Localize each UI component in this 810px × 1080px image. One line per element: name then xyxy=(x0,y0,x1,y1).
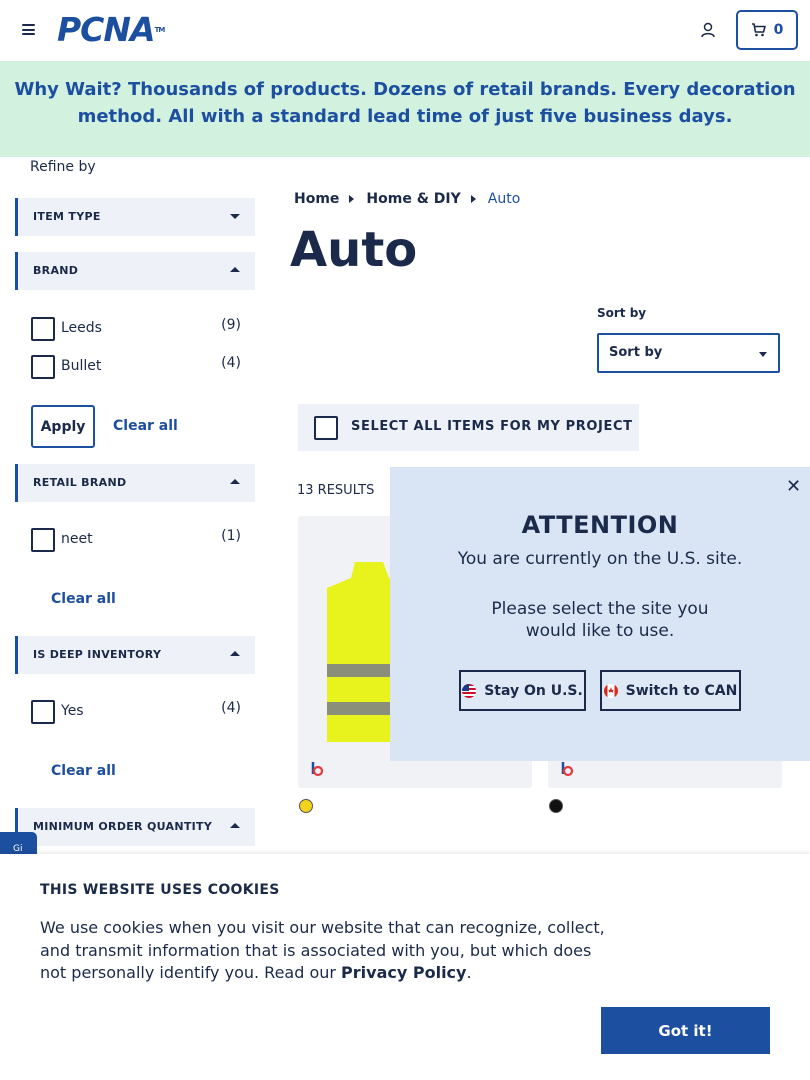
facet-label: RETAIL BRAND xyxy=(33,476,127,489)
option-label: Bullet xyxy=(61,358,102,374)
color-swatch-yellow[interactable] xyxy=(299,799,313,813)
brand-badge-icon xyxy=(561,762,574,777)
checkbox[interactable] xyxy=(31,700,55,724)
sort-value: Sort by xyxy=(609,345,663,360)
select-all-items-control[interactable]: SELECT ALL ITEMS FOR MY PROJECT xyxy=(298,404,639,451)
option-count: (4) xyxy=(221,355,241,371)
modal-title: ATTENTION xyxy=(521,511,679,539)
logo-text: PCNA xyxy=(57,10,156,49)
brand-option-bullet[interactable]: Bullet (4) xyxy=(31,355,245,381)
option-count: (4) xyxy=(221,700,241,716)
stay-on-us-button[interactable]: Stay On U.S. xyxy=(459,670,586,711)
brand-option-leeds[interactable]: Leeds (9) xyxy=(31,317,245,343)
chevron-up-icon xyxy=(230,267,240,272)
option-label: Leeds xyxy=(61,320,102,336)
chevron-right-icon xyxy=(470,195,476,203)
facet-label: ITEM TYPE xyxy=(33,210,101,223)
checkbox[interactable] xyxy=(31,355,55,379)
retail-brand-option-neet[interactable]: neet (1) xyxy=(31,528,245,554)
checkbox[interactable] xyxy=(31,528,55,552)
accept-cookies-button[interactable]: Got it! xyxy=(601,1007,770,1054)
facet-deep-inventory[interactable]: IS DEEP INVENTORY xyxy=(15,636,255,674)
cookie-period: . xyxy=(466,963,472,982)
modal-instruction-line1: Please select the site you xyxy=(491,599,709,619)
chevron-up-icon xyxy=(230,651,240,656)
page-title: Auto xyxy=(290,222,418,278)
banner-text: Thousands of products. Dozens of retail … xyxy=(77,79,796,127)
breadcrumb: Home Home & DIY Auto xyxy=(294,191,520,207)
cookie-body: We use cookies when you visit our websit… xyxy=(40,918,605,982)
brand-badge-icon xyxy=(311,762,324,777)
switch-label: Switch to CAN xyxy=(625,682,738,699)
facet-retail-brand[interactable]: RETAIL BRAND xyxy=(15,464,255,502)
close-icon[interactable]: ✕ xyxy=(786,476,801,497)
side-tab-label: Gi xyxy=(13,844,23,854)
site-header: PCNATM 0 xyxy=(0,0,810,60)
chevron-down-icon xyxy=(230,214,240,219)
menu-icon[interactable] xyxy=(22,24,35,35)
apply-button[interactable]: Apply xyxy=(31,405,95,448)
refine-heading: Refine by xyxy=(30,159,96,175)
breadcrumb-current: Auto xyxy=(487,191,521,207)
banner-lead: Why Wait? xyxy=(14,79,122,100)
option-count: (9) xyxy=(221,317,241,333)
cart-count: 0 xyxy=(773,22,784,38)
promo-banner: Why Wait? Thousands of products. Dozens … xyxy=(0,61,810,157)
cart-button[interactable]: 0 xyxy=(736,10,798,50)
option-count: (1) xyxy=(221,528,241,544)
breadcrumb-home[interactable]: Home xyxy=(294,191,339,207)
results-count: 13 RESULTS xyxy=(297,483,375,498)
facet-label: MINIMUM ORDER QUANTITY xyxy=(33,820,213,833)
facet-item-type[interactable]: ITEM TYPE xyxy=(15,198,255,236)
cookie-title: THIS WEBSITE USES COOKIES xyxy=(40,882,280,898)
switch-to-can-button[interactable]: Switch to CAN xyxy=(600,670,741,711)
account-icon[interactable] xyxy=(700,22,716,38)
chevron-up-icon xyxy=(230,479,240,484)
option-label: neet xyxy=(61,531,93,547)
facet-label: BRAND xyxy=(33,264,79,277)
us-flag-icon xyxy=(462,683,477,698)
stay-label: Stay On U.S. xyxy=(484,682,583,699)
deep-inventory-option-yes[interactable]: Yes (4) xyxy=(31,700,245,726)
modal-instruction-line2: would like to use. xyxy=(525,621,675,641)
privacy-policy-link[interactable]: Privacy Policy xyxy=(341,963,466,982)
sort-label: Sort by xyxy=(597,306,647,320)
cart-icon xyxy=(751,23,766,37)
canada-flag-icon xyxy=(603,683,618,698)
chevron-right-icon xyxy=(349,195,355,203)
select-all-label: SELECT ALL ITEMS FOR MY PROJECT xyxy=(351,419,633,434)
option-label: Yes xyxy=(61,703,84,719)
select-all-checkbox[interactable] xyxy=(314,416,338,440)
logo-trademark: TM xyxy=(154,26,166,34)
breadcrumb-home-diy[interactable]: Home & DIY xyxy=(366,191,460,207)
sort-select[interactable]: Sort by xyxy=(597,333,780,373)
facet-brand[interactable]: BRAND xyxy=(15,252,255,290)
checkbox[interactable] xyxy=(31,317,55,341)
facet-minimum-order[interactable]: MINIMUM ORDER QUANTITY xyxy=(15,808,255,846)
color-swatch-black[interactable] xyxy=(549,799,563,813)
chevron-up-icon xyxy=(230,823,240,828)
pcna-logo[interactable]: PCNATM xyxy=(57,13,166,46)
site-selection-modal: ✕ ATTENTION You are currently on the U.S… xyxy=(390,467,810,761)
cookie-banner: THIS WEBSITE USES COOKIES We use cookies… xyxy=(0,854,810,1080)
clear-all-deep-inventory-link[interactable]: Clear all xyxy=(51,763,116,779)
facet-label: IS DEEP INVENTORY xyxy=(33,648,162,661)
cookie-text: We use cookies when you visit our websit… xyxy=(40,917,620,985)
clear-all-retail-brand-link[interactable]: Clear all xyxy=(51,591,116,607)
modal-current-site-text: You are currently on the U.S. site. xyxy=(457,549,743,569)
clear-all-brand-link[interactable]: Clear all xyxy=(113,418,178,434)
chevron-down-icon xyxy=(759,352,767,357)
